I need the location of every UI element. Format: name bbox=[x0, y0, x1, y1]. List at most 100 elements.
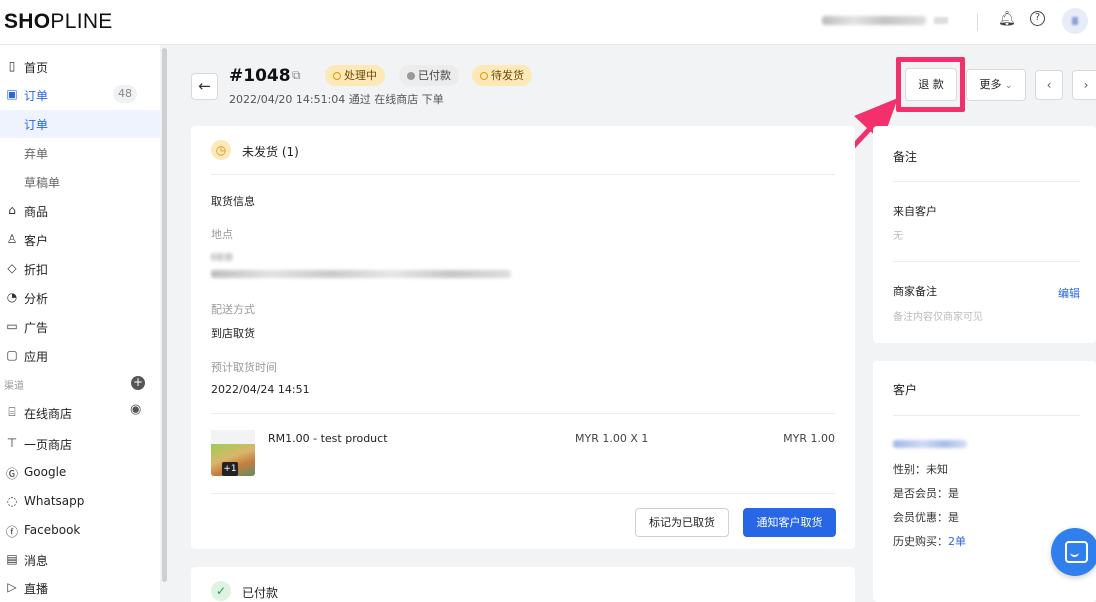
from-customer-value: 无 bbox=[893, 231, 903, 242]
customer-name-blurred[interactable] bbox=[893, 440, 967, 448]
ads-icon: ▭ bbox=[6, 319, 18, 333]
sidebar-item-ads[interactable]: ▭ 广告 bbox=[0, 313, 160, 341]
store-icon: ⌸ bbox=[8, 405, 16, 419]
copy-icon[interactable]: ⧉ bbox=[292, 68, 301, 83]
analytics-icon: ◔ bbox=[6, 290, 18, 304]
clock-icon: ◷ bbox=[211, 140, 231, 160]
sidebar-item-analytics[interactable]: ◔ 分析 bbox=[0, 284, 160, 312]
apps-icon: ▢ bbox=[6, 348, 18, 362]
location-label: 地点 bbox=[211, 228, 233, 241]
divider bbox=[893, 415, 1080, 416]
sidebar-item-messages[interactable]: ▤ 消息 bbox=[0, 546, 160, 574]
message-icon: ▤ bbox=[6, 552, 18, 566]
divider bbox=[211, 413, 835, 414]
status-badge-to-ship: 待发货 bbox=[472, 65, 532, 86]
sidebar-item-home[interactable]: ▯ 首页 bbox=[0, 53, 160, 81]
divider bbox=[893, 181, 1080, 182]
notify-customer-button[interactable]: 通知客户取货 bbox=[743, 508, 836, 537]
notes-title: 备注 bbox=[893, 150, 918, 164]
sidebar-item-one-page[interactable]: ⊤ 一页商店 bbox=[0, 430, 160, 458]
edit-merchant-note-link[interactable]: 编辑 bbox=[1058, 285, 1080, 301]
merchant-note-label: 商家备注 bbox=[893, 285, 937, 298]
sidebar-item-customers[interactable]: ♙ 客户 bbox=[0, 226, 160, 254]
more-button[interactable]: 更多 ⌄ bbox=[966, 69, 1026, 101]
sidebar-item-live[interactable]: ▷ 直播 bbox=[0, 574, 160, 602]
account-name-blurred[interactable] bbox=[822, 16, 926, 25]
fulfillment-title: 未发货 (1) bbox=[242, 145, 299, 159]
orders-icon: ▣ bbox=[6, 87, 18, 101]
help-icon[interactable]: ? bbox=[1030, 11, 1045, 26]
paid-title: 已付款 bbox=[242, 586, 279, 600]
sidebar-item-drafts[interactable]: 草稿单 bbox=[0, 168, 160, 196]
customer-title: 客户 bbox=[893, 383, 918, 397]
shopline-logo[interactable]: SHOPLINE bbox=[4, 10, 113, 34]
sidebar-item-whatsapp[interactable]: ◌ Whatsapp bbox=[0, 488, 160, 516]
discount-icon: ◇ bbox=[7, 261, 17, 275]
pickup-time-label: 预计取货时间 bbox=[211, 361, 277, 374]
live-icon: ▷ bbox=[7, 580, 17, 594]
location-address-blurred bbox=[211, 270, 511, 278]
extra-items-badge: +1 bbox=[222, 462, 238, 476]
next-order-button[interactable]: › bbox=[1072, 70, 1096, 100]
divider bbox=[893, 261, 1080, 262]
product-quantity: MYR 1.00 X 1 bbox=[575, 432, 649, 445]
sidebar-item-order-list[interactable]: 订单 bbox=[0, 110, 160, 138]
product-total: MYR 1.00 bbox=[783, 432, 835, 445]
delivery-label: 配送方式 bbox=[211, 303, 255, 316]
prev-order-button[interactable]: ‹ bbox=[1035, 70, 1063, 100]
arrow-left-icon: ← bbox=[198, 77, 211, 95]
sidebar-item-discounts[interactable]: ◇ 折扣 bbox=[0, 255, 160, 283]
google-icon: Ⓖ bbox=[5, 467, 18, 481]
back-button[interactable]: ← bbox=[191, 73, 218, 100]
chevron-down-icon: ⌄ bbox=[1004, 81, 1013, 91]
paid-card: ✓ 已付款 bbox=[191, 567, 855, 602]
channels-section-label: 渠道 bbox=[4, 381, 24, 392]
customer-icon: ♙ bbox=[6, 232, 18, 246]
customer-member-discount: 会员优惠：是 bbox=[893, 511, 959, 524]
order-number: #1048 bbox=[229, 66, 291, 86]
customer-member: 是否会员：是 bbox=[893, 487, 959, 500]
status-dot-icon bbox=[407, 72, 415, 80]
sidebar-item-google[interactable]: Ⓖ Google bbox=[0, 459, 160, 487]
delivery-value: 到店取货 bbox=[211, 327, 255, 340]
sidebar-item-apps[interactable]: ▢ 应用 bbox=[0, 342, 160, 370]
facebook-icon: ⓕ bbox=[5, 525, 18, 539]
divider bbox=[211, 493, 835, 494]
chat-button[interactable] bbox=[1051, 528, 1096, 576]
merchant-note-placeholder: 备注内容仅商家可见 bbox=[893, 312, 983, 323]
one-page-icon: ⊤ bbox=[6, 436, 18, 450]
status-badge-processing: 处理中 bbox=[325, 65, 385, 86]
history-orders-link[interactable]: 2单 bbox=[948, 535, 966, 548]
check-icon: ✓ bbox=[211, 581, 231, 601]
divider bbox=[211, 174, 835, 175]
eye-icon[interactable]: ◉ bbox=[130, 402, 141, 417]
fulfillment-card: ◷ 未发货 (1) 取货信息 地点 配送方式 到店取货 预计取货时间 2022/… bbox=[191, 126, 855, 549]
status-dot-icon bbox=[333, 72, 341, 80]
sidebar-item-abandoned[interactable]: 弃单 bbox=[0, 139, 160, 167]
product-icon: ⌂ bbox=[8, 203, 16, 217]
status-dot-icon bbox=[480, 72, 488, 80]
product-name[interactable]: RM1.00 - test product bbox=[268, 432, 388, 445]
from-customer-label: 来自客户 bbox=[893, 205, 937, 218]
status-badge-paid: 已付款 bbox=[399, 65, 459, 86]
avatar[interactable] bbox=[1062, 8, 1088, 34]
order-meta: 2022/04/20 14:51:04 通过 在线商店 下单 bbox=[229, 93, 444, 106]
pickup-time-value: 2022/04/24 14:51 bbox=[211, 383, 310, 396]
sidebar-item-orders[interactable]: ▣ 订单 48 bbox=[0, 81, 160, 109]
pickup-info-heading: 取货信息 bbox=[211, 195, 255, 208]
account-extra-blurred bbox=[934, 17, 948, 24]
home-icon: ▯ bbox=[8, 59, 16, 73]
customer-gender: 性别：未知 bbox=[893, 463, 948, 476]
sidebar-item-facebook[interactable]: ⓕ Facebook bbox=[0, 517, 160, 545]
mark-picked-up-button[interactable]: 标记为已取货 bbox=[635, 508, 729, 537]
location-name-blurred bbox=[211, 253, 233, 261]
orders-count-badge: 48 bbox=[113, 85, 137, 103]
sidebar-scrollbar[interactable] bbox=[162, 48, 167, 582]
bell-icon[interactable]: 🔔︎ bbox=[998, 11, 1016, 27]
whatsapp-icon: ◌ bbox=[6, 494, 18, 508]
notes-card: 备注 来自客户 无 商家备注 编辑 备注内容仅商家可见 bbox=[873, 126, 1096, 343]
top-bar: SHOPLINE 🔔︎ ? bbox=[0, 0, 1096, 45]
add-channel-icon[interactable]: + bbox=[131, 376, 145, 390]
sidebar-item-products[interactable]: ⌂ 商品 bbox=[0, 197, 160, 225]
topbar-divider bbox=[977, 13, 978, 31]
